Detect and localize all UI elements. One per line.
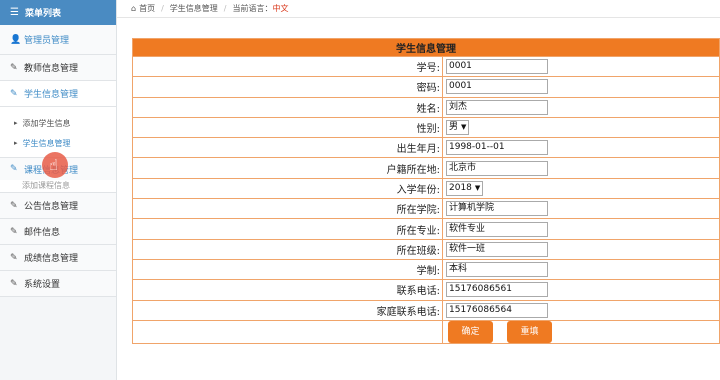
- edit-icon: ✎: [10, 62, 18, 73]
- college-input[interactable]: 计算机学院: [446, 201, 548, 217]
- form-row-family-phone: 家庭联系电话: 15176086564: [132, 299, 720, 321]
- form-row-password: 密码: 0001: [132, 76, 720, 98]
- breadcrumb-lang-label: 当前语言：: [232, 4, 273, 13]
- breadcrumb-page: 学生信息管理: [169, 4, 218, 13]
- field-label: 出生年月:: [132, 137, 443, 159]
- caret-right-icon: ▸: [14, 139, 18, 147]
- student-submenu: ▸ 添加学生信息 ▸ 学生信息管理: [0, 107, 116, 158]
- student-form: 学生信息管理 学号: 0001 密码: 0001 姓名: 刘杰 性别: 男 ▼ 出…: [132, 38, 720, 344]
- enroll-year-select-value: 2018: [449, 182, 472, 193]
- sidebar-item-settings[interactable]: ✎ 系统设置: [0, 271, 116, 297]
- form-row-class: 所在班级: 软件一班: [132, 238, 720, 260]
- sidebar: ☰ 菜单列表 👤 管理员管理 ✎ 教师信息管理 ✎ 学生信息管理 ▸ 添加学生信…: [0, 0, 117, 380]
- name-input[interactable]: 刘杰: [446, 99, 548, 115]
- sidebar-item-score[interactable]: ✎ 成绩信息管理: [0, 245, 116, 271]
- field-label: 密码:: [132, 76, 443, 98]
- sidebar-item-mail[interactable]: ✎ 邮件信息: [0, 219, 116, 245]
- sidebar-item-label: 教师信息管理: [24, 64, 79, 74]
- field-label: 所在班级:: [132, 238, 443, 260]
- field-label: 入学年份:: [132, 177, 443, 200]
- form-row-major: 所在专业: 软件专业: [132, 218, 720, 240]
- field-label: 联系电话:: [132, 279, 443, 301]
- field-label: 所在学院:: [132, 198, 443, 220]
- submenu-label: 学生信息管理: [22, 138, 71, 148]
- gender-select[interactable]: 男 ▼: [446, 120, 470, 136]
- edit-icon: ✎: [10, 278, 18, 289]
- form-row-birth: 出生年月: 1998-01--01: [132, 137, 720, 159]
- major-input[interactable]: 软件专业: [446, 221, 548, 237]
- family-phone-input[interactable]: 15176086564: [446, 302, 548, 318]
- breadcrumb-separator: /: [223, 4, 227, 13]
- sidebar-item-student[interactable]: ✎ 学生信息管理: [0, 81, 116, 107]
- sidebar-item-label: 管理员管理: [24, 36, 70, 46]
- sidebar-header: ☰ 菜单列表: [0, 0, 116, 25]
- submenu-label: 添加课程信息: [22, 181, 70, 190]
- reset-button[interactable]: 重填: [507, 320, 552, 343]
- sidebar-item-notice[interactable]: ✎ 公告信息管理: [0, 193, 116, 219]
- form-row-enroll-year: 入学年份: 2018 ▼: [132, 177, 720, 200]
- sidebar-item-label: 邮件信息: [24, 228, 61, 238]
- breadcrumb-separator: /: [161, 4, 164, 13]
- enroll-year-select[interactable]: 2018 ▼: [446, 180, 484, 196]
- sidebar-item-label: 成绩信息管理: [24, 254, 79, 264]
- field-label: 学号:: [132, 55, 443, 78]
- form-row-actions: 确定 重填: [132, 319, 720, 344]
- dropdown-arrow-icon: ▼: [461, 123, 467, 132]
- dropdown-arrow-icon: ▼: [474, 183, 481, 192]
- sidebar-item-label: 学生信息管理: [24, 90, 79, 100]
- sidebar-item-admin[interactable]: 👤 管理员管理: [0, 25, 116, 55]
- breadcrumb-home[interactable]: 首页: [139, 3, 155, 14]
- edit-icon: ✎: [10, 252, 18, 263]
- field-label: 户籍所在地:: [132, 157, 443, 179]
- edit-icon: ✎: [10, 200, 18, 211]
- hometown-input[interactable]: 北京市: [446, 160, 548, 176]
- edit-icon: ✎: [10, 164, 18, 174]
- system-input[interactable]: 本科: [446, 262, 548, 278]
- form-row-system: 学制: 本科: [132, 258, 720, 281]
- list-icon: ☰: [10, 7, 19, 18]
- class-input[interactable]: 软件一班: [446, 241, 548, 257]
- form-row-college: 所在学院: 计算机学院: [132, 198, 720, 220]
- sidebar-header-label: 菜单列表: [24, 9, 61, 19]
- phone-input[interactable]: 15176086561: [446, 282, 548, 298]
- caret-right-icon: ▸: [14, 119, 18, 127]
- form-row-hometown: 户籍所在地: 北京市: [132, 157, 720, 179]
- field-label: 姓名:: [132, 96, 443, 118]
- user-icon: 👤: [10, 34, 22, 45]
- breadcrumb: ⌂ 首页 / 学生信息管理 / 当前语言： 中文: [117, 0, 720, 18]
- submenu-add-course[interactable]: 添加课程信息: [0, 180, 116, 193]
- student-id-input[interactable]: 0001: [446, 59, 548, 75]
- edit-icon: ✎: [10, 88, 18, 99]
- submenu-label: 添加学生信息: [22, 118, 71, 128]
- confirm-button[interactable]: 确定: [448, 320, 493, 343]
- form-row-gender: 性别: 男 ▼: [132, 116, 720, 139]
- password-input[interactable]: 0001: [446, 79, 548, 95]
- submenu-add-student[interactable]: ▸ 添加学生信息: [0, 113, 116, 133]
- field-label: 所在专业:: [132, 218, 443, 240]
- form-row-student-id: 学号: 0001: [132, 55, 720, 78]
- edit-icon: ✎: [10, 226, 18, 237]
- field-label: 学制:: [132, 258, 443, 281]
- submenu-student-manage[interactable]: ▸ 学生信息管理: [0, 133, 116, 153]
- form-row-phone: 联系电话: 15176086561: [132, 279, 720, 301]
- sidebar-item-teacher[interactable]: ✎ 教师信息管理: [0, 55, 116, 81]
- sidebar-item-label: 系统设置: [24, 280, 61, 290]
- hand-cursor-icon: ☝: [49, 156, 59, 174]
- breadcrumb-lang-value: 中文: [272, 4, 289, 13]
- field-label: 家庭联系电话:: [132, 299, 443, 321]
- form-title: 学生信息管理: [132, 38, 720, 57]
- form-row-name: 姓名: 刘杰: [132, 96, 720, 118]
- sidebar-item-label: 公告信息管理: [24, 202, 79, 212]
- field-label: 性别:: [132, 116, 443, 139]
- gender-select-value: 男: [449, 122, 459, 133]
- birth-input[interactable]: 1998-01--01: [446, 140, 548, 156]
- home-icon: ⌂: [131, 4, 137, 13]
